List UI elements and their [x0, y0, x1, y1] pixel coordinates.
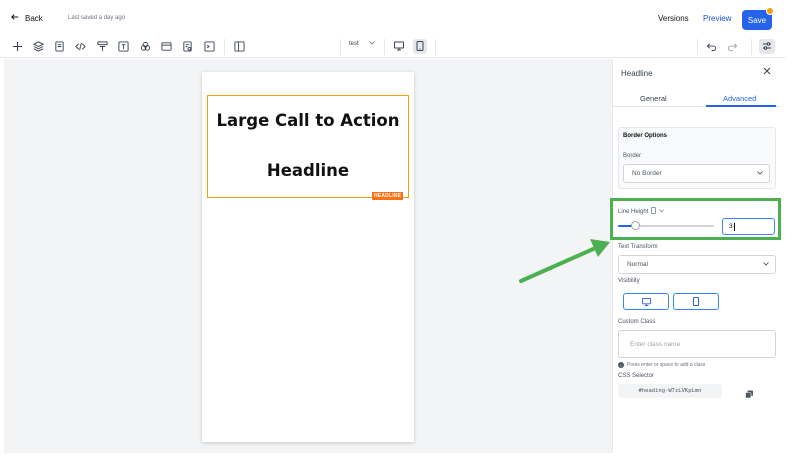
phone-icon [693, 293, 699, 311]
monitor-icon [394, 38, 404, 56]
top-bar: Back Last saved a day ago Versions Previ… [0, 0, 785, 36]
toolbar-divider [340, 39, 341, 55]
custom-class-placeholder: Enter class name [630, 340, 681, 348]
settings-panel-toggle[interactable] [759, 39, 775, 54]
save-status: Last saved a day ago [68, 15, 126, 21]
device-preset-value: test [349, 41, 359, 47]
monitor-icon [641, 293, 651, 311]
mobile-view-button[interactable] [413, 39, 427, 54]
tab-advanced[interactable]: Advanced [723, 94, 756, 103]
text-transform-value: Normal [627, 261, 648, 268]
code-icon[interactable] [74, 40, 86, 52]
element-type-tag: HEADLINE [372, 192, 404, 200]
custom-class-input[interactable]: Enter class name [618, 330, 776, 358]
line-height-slider[interactable] [618, 221, 714, 230]
arrow-left-icon [11, 13, 19, 23]
text-icon[interactable] [117, 40, 129, 52]
toolbar-divider [384, 39, 385, 55]
columns-icon[interactable] [233, 40, 245, 52]
layers-icon[interactable] [32, 40, 44, 52]
active-tab-indicator [706, 105, 776, 107]
border-options-header: Border Options [623, 133, 668, 139]
terminal-icon[interactable] [203, 40, 215, 52]
unsaved-indicator [766, 7, 774, 15]
line-height-label: Line Height [618, 208, 649, 215]
copy-icon[interactable] [745, 386, 755, 399]
toolbar: test [0, 36, 785, 58]
line-height-input[interactable]: 3 [722, 218, 775, 235]
text-transform-select[interactable]: Normal [618, 255, 776, 274]
line-height-label-row: Line Height [618, 207, 665, 216]
border-select-value: No Border [632, 170, 662, 177]
visibility-label: Visibility [618, 278, 640, 284]
preview-button[interactable]: Preview [703, 14, 731, 23]
back-label: Back [25, 13, 43, 23]
form-icon[interactable] [181, 40, 193, 52]
desktop-view-button[interactable] [392, 39, 406, 54]
shapes-icon[interactable] [139, 40, 151, 52]
text-transform-label: Text Transform [618, 244, 658, 250]
custom-class-label: Custom Class [618, 319, 656, 325]
visibility-desktop-toggle[interactable] [623, 293, 669, 310]
add-icon[interactable] [11, 40, 23, 52]
css-selector-label: CSS Selector [618, 373, 655, 379]
versions-button[interactable]: Versions [658, 14, 689, 23]
selected-headline-element[interactable]: Large Call to Action Headline [207, 95, 409, 198]
sliders-icon [762, 38, 772, 56]
components-icon[interactable] [96, 40, 108, 52]
chevron-down-icon [763, 261, 769, 268]
phone-icon [416, 38, 424, 56]
headline-line-1: Large Call to Action [216, 111, 400, 130]
close-icon[interactable] [763, 67, 771, 77]
toolbar-divider [435, 39, 436, 55]
chevron-down-icon [368, 41, 375, 47]
chevron-down-icon [757, 170, 763, 177]
border-label: Border [623, 153, 642, 159]
back-button[interactable]: Back [11, 13, 43, 23]
toolbar-divider [697, 39, 698, 55]
toolbar-divider [224, 39, 225, 55]
device-preset-select[interactable]: test [349, 41, 375, 47]
tab-general[interactable]: General [640, 94, 667, 103]
chevron-down-icon[interactable] [659, 209, 665, 215]
panel-title: Headline [621, 69, 653, 78]
visibility-mobile-toggle[interactable] [673, 293, 719, 310]
custom-class-hint-text: Press enter or space to add a class [627, 362, 706, 368]
css-selector-value: #heading-W7zLVKpLmn [618, 384, 722, 398]
section-icon[interactable] [160, 40, 172, 52]
pages-icon[interactable] [53, 40, 65, 52]
phone-icon [651, 207, 657, 216]
info-icon: i [618, 362, 624, 368]
border-select[interactable]: No Border [623, 164, 770, 183]
toolbar-divider [751, 39, 752, 55]
redo-icon[interactable] [726, 40, 738, 52]
custom-class-hint: i Press enter or space to add a class [618, 362, 705, 368]
headline-line-2: Headline [266, 161, 350, 180]
line-height-value: 3 [729, 223, 733, 230]
text-caret [733, 222, 735, 231]
undo-icon[interactable] [705, 40, 717, 52]
